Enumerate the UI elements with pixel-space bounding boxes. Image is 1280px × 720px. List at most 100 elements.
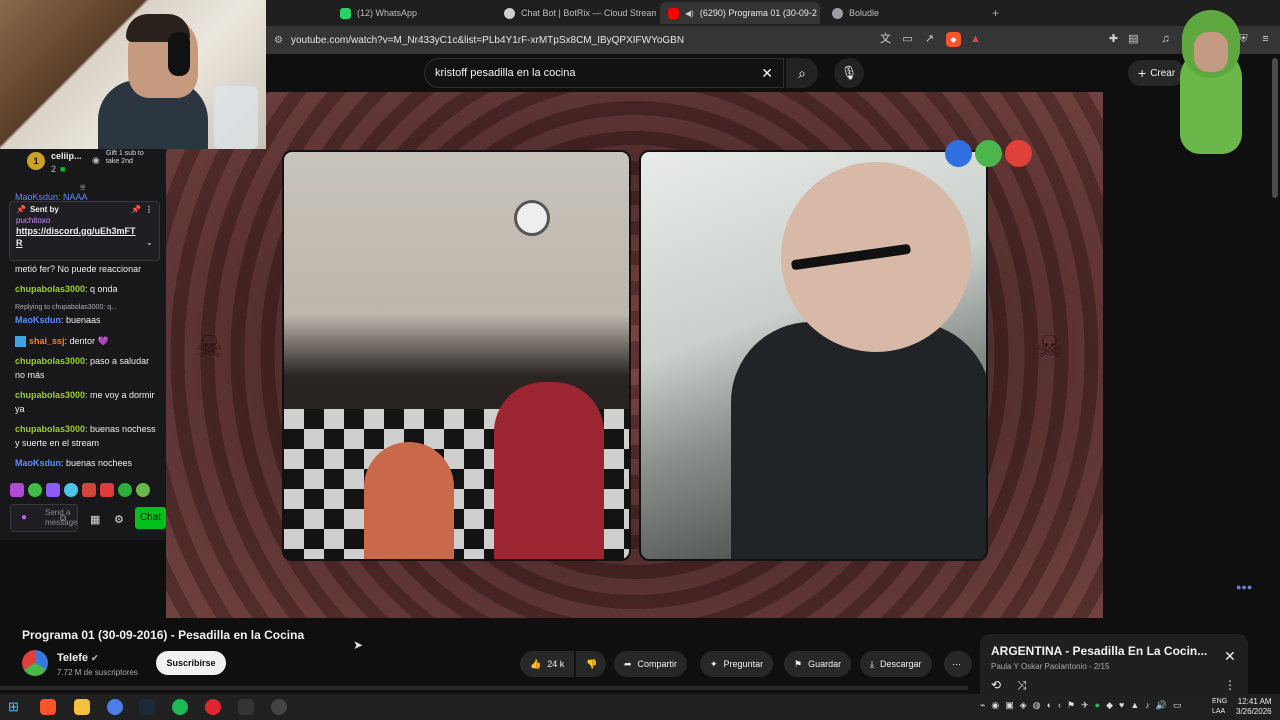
subscribe-button[interactable]: Suscribirse <box>156 651 226 675</box>
tray-icon[interactable]: ◆ <box>1106 700 1113 714</box>
tray-icon[interactable]: ◐ <box>1047 700 1052 714</box>
brave-rewards-icon[interactable]: ▲ <box>968 32 983 47</box>
tray-icon[interactable]: ▣ <box>1005 700 1014 714</box>
tab-botrix[interactable]: Chat Bot | BotRix — Cloud Streaming <box>496 2 656 24</box>
tray-icon[interactable]: ◈ <box>1020 700 1027 714</box>
filter-icon[interactable]: ⩸ <box>80 182 85 193</box>
channel-name[interactable]: Telefe ✔ <box>57 652 99 664</box>
share-button[interactable]: ➦ Compartir <box>614 651 688 677</box>
system-clock[interactable]: 12:41 AM 3/26/2026 <box>1236 697 1272 717</box>
tab-boludle[interactable]: Boludle <box>824 2 984 24</box>
site-settings-icon[interactable]: ⚙ <box>274 35 283 46</box>
search-button[interactable]: ⌕ <box>786 58 818 88</box>
pin-action-icon[interactable]: 📌 <box>131 205 141 214</box>
gift-cta-text[interactable]: Gift 1 sub to take 2nd <box>106 150 146 166</box>
diner-figure <box>494 382 604 559</box>
chrome-icon[interactable] <box>107 699 123 715</box>
brave-browser-icon[interactable] <box>40 699 56 715</box>
tray-icon[interactable]: ▲ <box>1130 700 1139 714</box>
windows-start-icon[interactable]: ⊞ <box>8 699 24 715</box>
emote-icon[interactable] <box>136 483 150 497</box>
mascot-overlay <box>1172 0 1250 156</box>
translate-icon[interactable]: 文 <box>878 32 893 47</box>
verified-icon: ✔ <box>91 653 99 663</box>
tab-youtube-active[interactable]: ◀) (6290) Programa 01 (30-09-2 ✕ <box>660 2 820 24</box>
channel-avatar[interactable] <box>22 650 48 676</box>
store-icon[interactable]: ▦ <box>90 513 100 526</box>
tray-icon[interactable]: ✈ <box>1081 700 1089 714</box>
clear-search-icon[interactable]: ✕ <box>761 65 773 82</box>
volume-icon[interactable]: 🔊 <box>1156 700 1167 714</box>
spotify-tray-icon[interactable]: ● <box>1095 700 1100 714</box>
tab-whatsapp[interactable]: (12) WhatsApp <box>332 2 492 24</box>
video-frame-chef <box>639 150 988 561</box>
emoji-icon[interactable]: ☺ <box>58 513 68 524</box>
menu-icon[interactable]: ≡ <box>1258 32 1273 47</box>
extensions-icon[interactable]: ✚ <box>1106 32 1121 47</box>
battery-icon[interactable]: ▭ <box>1173 700 1182 714</box>
tray-icon[interactable]: ◉ <box>991 700 999 714</box>
video-player[interactable]: ☠ ☠ <box>166 92 1103 618</box>
emote-icon[interactable] <box>64 483 78 497</box>
sidebar-icon[interactable]: ▤ <box>1126 32 1141 47</box>
pinned-link[interactable]: https://discord.gg/uEh3mFTR <box>16 225 136 249</box>
page-scrollbar[interactable] <box>1272 58 1278 198</box>
tray-icon[interactable]: ♪ <box>1145 700 1150 714</box>
playlist-title[interactable]: ARGENTINA - Pesadilla En La Cocin... <box>991 644 1216 658</box>
mic-icon[interactable]: ● <box>21 512 27 523</box>
tray-icon[interactable]: ⌁ <box>980 700 985 714</box>
search-icon: ⌕ <box>798 65 806 81</box>
save-button[interactable]: ⚑ Guardar <box>784 651 852 677</box>
spotify-icon[interactable] <box>172 699 188 715</box>
close-icon[interactable]: ✕ <box>1224 648 1236 665</box>
chevron-down-icon[interactable]: ⌄ <box>146 238 153 247</box>
like-button[interactable]: 👍 24 k <box>520 651 574 677</box>
music-icon[interactable]: ♫ <box>1158 32 1173 47</box>
windows-taskbar: ⊞ ⌁ ◉ ▣ ◈ ◍ ◐ ‹ ⚑ ✈ ● ◆ ♥ ▲ ♪ 🔊 ▭ ENG LAA 12:41 AM 3/26/2… <box>0 694 1280 720</box>
headset <box>168 32 190 76</box>
shuffle-icon[interactable]: ⤨ <box>1017 678 1027 693</box>
reader-icon[interactable]: ▭ <box>900 32 915 47</box>
tray-icon[interactable]: ◍ <box>1033 700 1041 714</box>
new-tab-icon[interactable]: + <box>992 6 999 20</box>
epic-games-icon[interactable] <box>238 699 254 715</box>
more-options-icon[interactable]: ⋮ <box>145 205 153 214</box>
speaker-icon: ◀) <box>685 8 694 18</box>
search-query: kristoff pesadilla en la cocina <box>435 67 576 79</box>
playlist-panel: ARGENTINA - Pesadilla En La Cocin... ✕ P… <box>980 634 1248 694</box>
url-field[interactable]: ⚙ youtube.com/watch?v=M_Nr433yC1c&list=P… <box>274 30 870 50</box>
emote-icon[interactable] <box>100 483 114 497</box>
language-indicator[interactable]: ENG LAA <box>1212 697 1227 717</box>
brave-shield-icon[interactable]: ◆ <box>946 32 961 47</box>
loop-icon[interactable]: ⟲ <box>991 678 1001 692</box>
top-gifter-name[interactable]: celiip... <box>51 151 82 161</box>
pinned-user[interactable]: puchitoxo <box>16 216 153 225</box>
webcam-overlay <box>0 0 266 149</box>
tray-icon[interactable]: ♥ <box>1119 700 1124 714</box>
steam-icon[interactable] <box>139 699 155 715</box>
search-input[interactable]: kristoff pesadilla en la cocina ✕ <box>424 58 784 88</box>
recorder-icon[interactable] <box>205 699 221 715</box>
emote-icon[interactable] <box>118 483 132 497</box>
dislike-button[interactable]: 👎 <box>576 651 606 677</box>
obs-icon[interactable] <box>271 699 287 715</box>
chat-message: MaoKsdun: buenas nochees <box>15 458 133 468</box>
ask-button[interactable]: ✦ Preguntar <box>700 651 774 677</box>
emote-icon[interactable] <box>10 483 24 497</box>
globe-icon <box>832 7 843 19</box>
pinned-message[interactable]: 📌 Sent by 📌 ⋮ puchitoxo https://discord.… <box>9 201 160 261</box>
emote-icon[interactable] <box>82 483 96 497</box>
more-actions-button[interactable]: ⋯ <box>944 651 972 677</box>
plus-icon: + <box>1138 65 1147 81</box>
emote-icon[interactable] <box>28 483 42 497</box>
tray-icon[interactable]: ⚑ <box>1067 700 1075 714</box>
voice-search-button[interactable]: 🎙 <box>834 58 864 88</box>
emote-icon[interactable] <box>46 483 60 497</box>
file-explorer-icon[interactable] <box>74 699 90 715</box>
tray-icon[interactable]: ‹ <box>1058 700 1061 714</box>
download-button[interactable]: ⤓ Descargar <box>860 651 932 677</box>
chat-send-button[interactable]: Chat <box>135 507 166 529</box>
settings-icon[interactable]: ⚙ <box>114 513 124 526</box>
share-icon[interactable]: ↗ <box>922 32 937 47</box>
more-options-icon[interactable]: ⋮ <box>1224 678 1236 692</box>
